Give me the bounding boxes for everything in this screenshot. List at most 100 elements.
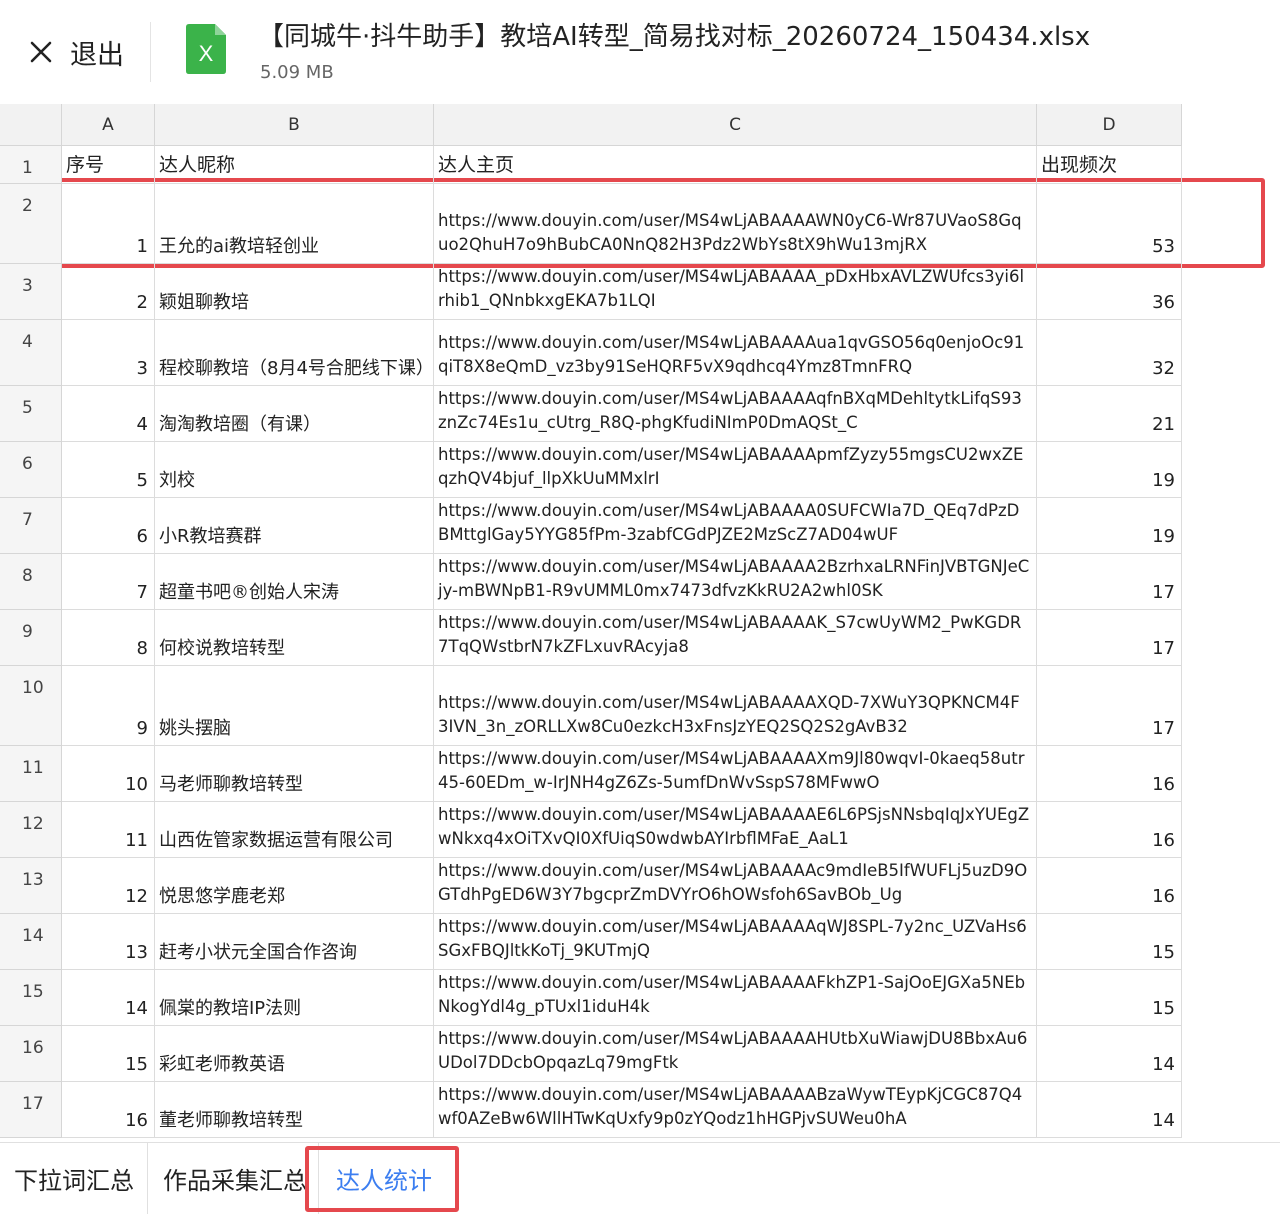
cell-seq[interactable]: 15 <box>62 1026 155 1082</box>
column-header-c[interactable]: C <box>434 104 1037 146</box>
row-number[interactable]: 11 <box>0 746 62 802</box>
cell-homepage-url[interactable]: https://www.douyin.com/user/MS4wLjABAAAA… <box>434 1082 1037 1138</box>
cell-nickname[interactable]: 何校说教培转型 <box>155 610 434 666</box>
cell-seq[interactable]: 16 <box>62 1082 155 1138</box>
row-number[interactable]: 3 <box>0 264 62 320</box>
cell-frequency[interactable]: 16 <box>1037 802 1182 858</box>
cell-seq[interactable]: 10 <box>62 746 155 802</box>
cell-nickname[interactable]: 赶考小状元全国合作咨询 <box>155 914 434 970</box>
row-number[interactable]: 14 <box>0 914 62 970</box>
cell-frequency[interactable]: 14 <box>1037 1026 1182 1082</box>
cell-nickname[interactable]: 颖姐聊教培 <box>155 264 434 320</box>
cell-seq[interactable]: 9 <box>62 666 155 746</box>
header-cell-frequency[interactable]: 出现频次 <box>1037 146 1182 184</box>
cell-homepage-url[interactable]: https://www.douyin.com/user/MS4wLjABAAAA… <box>434 498 1037 554</box>
row-number[interactable]: 6 <box>0 442 62 498</box>
cell-nickname[interactable]: 刘校 <box>155 442 434 498</box>
cell-homepage-url[interactable]: https://www.douyin.com/user/MS4wLjABAAAA… <box>434 746 1037 802</box>
cell-nickname[interactable]: 董老师聊教培转型 <box>155 1082 434 1138</box>
cell-seq[interactable]: 3 <box>62 320 155 386</box>
cell-seq[interactable]: 6 <box>62 498 155 554</box>
cell-nickname[interactable]: 马老师聊教培转型 <box>155 746 434 802</box>
cell-frequency[interactable]: 15 <box>1037 914 1182 970</box>
cell-homepage-url[interactable]: https://www.douyin.com/user/MS4wLjABAAAA… <box>434 386 1037 442</box>
cell-seq[interactable]: 11 <box>62 802 155 858</box>
spreadsheet-grid[interactable]: A B C D 1 序号 达人昵称 达人主页 出现频次 2 1 王允的ai教培轻创业 https… <box>0 104 1280 1144</box>
column-header-b[interactable]: B <box>155 104 434 146</box>
cell-homepage-url[interactable]: https://www.douyin.com/user/MS4wLjABAAAA… <box>434 914 1037 970</box>
row-number[interactable]: 2 <box>0 184 62 264</box>
sheet-tab-dropdown-summary[interactable]: 下拉词汇总 <box>14 1143 134 1214</box>
cell-homepage-url[interactable]: https://www.douyin.com/user/MS4wLjABAAAA… <box>434 264 1037 320</box>
cell-nickname[interactable]: 佩棠的教培IP法则 <box>155 970 434 1026</box>
row-number[interactable]: 15 <box>0 970 62 1026</box>
cell-frequency[interactable]: 32 <box>1037 320 1182 386</box>
row-number[interactable]: 17 <box>0 1082 62 1138</box>
cell-frequency[interactable]: 17 <box>1037 554 1182 610</box>
cell-nickname[interactable]: 山西佐管家数据运营有限公司 <box>155 802 434 858</box>
cell-frequency[interactable]: 17 <box>1037 666 1182 746</box>
cell-homepage-url[interactable]: https://www.douyin.com/user/MS4wLjABAAAA… <box>434 970 1037 1026</box>
cell-homepage-url[interactable]: https://www.douyin.com/user/MS4wLjABAAAA… <box>434 320 1037 386</box>
cell-nickname[interactable]: 小R教培赛群 <box>155 498 434 554</box>
cell-frequency[interactable]: 19 <box>1037 498 1182 554</box>
header-cell-nickname[interactable]: 达人昵称 <box>155 146 434 184</box>
row-number[interactable]: 9 <box>0 610 62 666</box>
cell-seq[interactable]: 8 <box>62 610 155 666</box>
row-number[interactable]: 5 <box>0 386 62 442</box>
row-number[interactable]: 13 <box>0 858 62 914</box>
cell-nickname[interactable]: 淘淘教培圈（有课） <box>155 386 434 442</box>
cell-frequency[interactable]: 36 <box>1037 264 1182 320</box>
row-number[interactable]: 12 <box>0 802 62 858</box>
header-cell-homepage-url[interactable]: 达人主页 <box>434 146 1037 184</box>
svg-text:X: X <box>199 41 214 66</box>
cell-nickname[interactable]: 彩虹老师教英语 <box>155 1026 434 1082</box>
header-divider <box>150 22 151 82</box>
cell-frequency[interactable]: 16 <box>1037 746 1182 802</box>
tab-divider <box>147 1143 148 1214</box>
cell-seq[interactable]: 2 <box>62 264 155 320</box>
cell-homepage-url[interactable]: https://www.douyin.com/user/MS4wLjABAAAA… <box>434 184 1037 264</box>
cell-seq[interactable]: 13 <box>62 914 155 970</box>
cell-frequency[interactable]: 17 <box>1037 610 1182 666</box>
cell-frequency[interactable]: 19 <box>1037 442 1182 498</box>
select-all-corner[interactable] <box>0 104 62 146</box>
cell-seq[interactable]: 5 <box>62 442 155 498</box>
cell-frequency[interactable]: 15 <box>1037 970 1182 1026</box>
cell-nickname[interactable]: 姚头摆脑 <box>155 666 434 746</box>
header-cell-seq[interactable]: 序号 <box>62 146 155 184</box>
row-number[interactable]: 7 <box>0 498 62 554</box>
cell-seq[interactable]: 7 <box>62 554 155 610</box>
column-header-a[interactable]: A <box>62 104 155 146</box>
sheet-tab-works-summary[interactable]: 作品采集汇总 <box>163 1143 307 1214</box>
cell-homepage-url[interactable]: https://www.douyin.com/user/MS4wLjABAAAA… <box>434 1026 1037 1082</box>
cell-frequency[interactable]: 53 <box>1037 184 1182 264</box>
cell-nickname[interactable]: 程校聊教培（8月4号合肥线下课） <box>155 320 434 386</box>
row-number[interactable]: 10 <box>0 666 62 746</box>
cell-homepage-url[interactable]: https://www.douyin.com/user/MS4wLjABAAAA… <box>434 666 1037 746</box>
column-header-d[interactable]: D <box>1037 104 1182 146</box>
cell-nickname[interactable]: 悦思悠学鹿老郑 <box>155 858 434 914</box>
close-icon <box>28 39 54 65</box>
cell-nickname[interactable]: 王允的ai教培轻创业 <box>155 184 434 264</box>
cell-frequency[interactable]: 14 <box>1037 1082 1182 1138</box>
cell-homepage-url[interactable]: https://www.douyin.com/user/MS4wLjABAAAA… <box>434 858 1037 914</box>
cell-frequency[interactable]: 21 <box>1037 386 1182 442</box>
cell-seq[interactable]: 1 <box>62 184 155 264</box>
row-number[interactable]: 1 <box>0 146 62 184</box>
cell-frequency[interactable]: 16 <box>1037 858 1182 914</box>
cell-seq[interactable]: 4 <box>62 386 155 442</box>
cell-seq[interactable]: 12 <box>62 858 155 914</box>
row-number[interactable]: 8 <box>0 554 62 610</box>
cell-seq[interactable]: 14 <box>62 970 155 1026</box>
exit-button[interactable]: 退出 <box>28 30 124 74</box>
file-viewer-header: 退出 X 【同城牛·抖牛助手】教培AI转型_简易找对标_20260724_150… <box>0 0 1280 104</box>
cell-homepage-url[interactable]: https://www.douyin.com/user/MS4wLjABAAAA… <box>434 802 1037 858</box>
cell-homepage-url[interactable]: https://www.douyin.com/user/MS4wLjABAAAA… <box>434 610 1037 666</box>
cell-homepage-url[interactable]: https://www.douyin.com/user/MS4wLjABAAAA… <box>434 442 1037 498</box>
row-number[interactable]: 16 <box>0 1026 62 1082</box>
sheet-tab-creator-stats[interactable]: 达人统计 <box>336 1143 432 1214</box>
row-number[interactable]: 4 <box>0 320 62 386</box>
cell-nickname[interactable]: 超童书吧®创始人宋涛 <box>155 554 434 610</box>
cell-homepage-url[interactable]: https://www.douyin.com/user/MS4wLjABAAAA… <box>434 554 1037 610</box>
